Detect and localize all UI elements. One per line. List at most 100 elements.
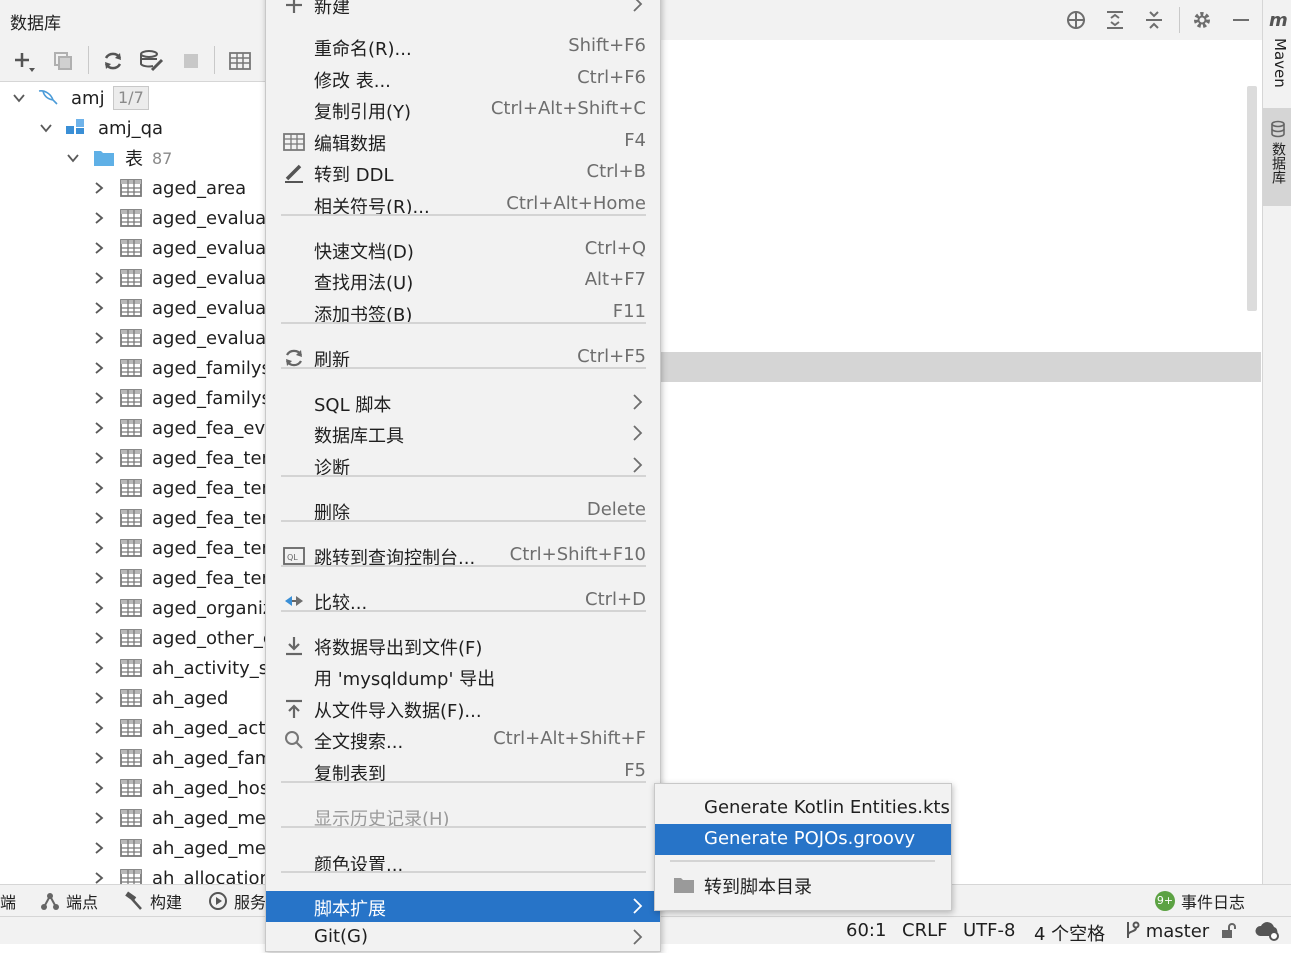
tree-table-row[interactable]: ah_aged_mer <box>0 833 265 863</box>
tree-table-row[interactable]: aged_evaluat <box>0 323 265 353</box>
tree-table-row[interactable]: aged_familys <box>0 353 265 383</box>
menu-item[interactable]: 将数据导出到文件(F) <box>266 630 660 661</box>
caret-position[interactable]: 60:1 <box>846 920 886 941</box>
menu-item[interactable]: 从文件导入数据(F)... <box>266 693 660 724</box>
menu-item[interactable]: 脚本扩展 <box>266 891 660 922</box>
submenu-item[interactable]: Generate Kotlin Entities.kts <box>655 793 951 824</box>
chevron-right-icon[interactable] <box>93 872 105 884</box>
tree-table-row[interactable]: aged_fea_ten <box>0 473 265 503</box>
tree-table-row[interactable]: aged_fea_ten <box>0 533 265 563</box>
tree-folder-row[interactable]: 表 87 <box>0 143 265 173</box>
tree-table-row[interactable]: ah_aged_acti <box>0 713 265 743</box>
table-view-icon[interactable] <box>227 48 253 74</box>
chevron-right-icon[interactable] <box>93 572 105 584</box>
tree-table-row[interactable]: ah_aged_mec <box>0 803 265 833</box>
minimize-icon[interactable] <box>1229 8 1253 32</box>
menu-item[interactable]: SQL 脚本 <box>266 387 660 418</box>
menu-item[interactable]: 用 'mysqldump' 导出 <box>266 661 660 692</box>
menu-item[interactable]: Git(G) <box>266 922 660 953</box>
submenu-item[interactable]: Generate POJOs.groovy <box>655 824 951 855</box>
menu-item[interactable]: 转到 DDL Ctrl+B <box>266 157 660 188</box>
chevron-down-icon[interactable] <box>67 152 79 164</box>
chevron-right-icon[interactable] <box>93 692 105 704</box>
refresh-icon[interactable] <box>100 48 126 74</box>
menu-item[interactable]: 颜色设置... <box>266 847 660 878</box>
stop-icon[interactable] <box>178 48 204 74</box>
tab-event-log[interactable]: 9+ 事件日志 <box>1155 890 1245 912</box>
tab-terminal[interactable]: 端 <box>0 890 16 912</box>
chevron-right-icon[interactable] <box>93 602 105 614</box>
menu-item[interactable]: 复制引用(Y) Ctrl+Alt+Shift+C <box>266 94 660 125</box>
tree-table-row[interactable]: aged_area <box>0 173 265 203</box>
duplicate-icon[interactable] <box>50 48 76 74</box>
chevron-right-icon[interactable] <box>93 512 105 524</box>
menu-item[interactable]: 编辑数据 F4 <box>266 126 660 157</box>
tree-table-row[interactable]: aged_evaluat <box>0 233 265 263</box>
tree-table-row[interactable]: aged_familys <box>0 383 265 413</box>
chevron-right-icon[interactable] <box>93 332 105 344</box>
chevron-right-icon[interactable] <box>93 482 105 494</box>
chevron-right-icon[interactable] <box>93 212 105 224</box>
menu-item[interactable]: 新建 <box>266 0 660 20</box>
submenu-item[interactable]: 转到脚本目录 <box>655 869 951 900</box>
chevron-right-icon[interactable] <box>93 392 105 404</box>
tree-table-row[interactable]: ah_allocation <box>0 863 265 884</box>
chevron-right-icon[interactable] <box>93 452 105 464</box>
tree-table-row[interactable]: ah_aged_hos <box>0 773 265 803</box>
chevron-right-icon[interactable] <box>93 182 105 194</box>
tree-table-row[interactable]: ah_aged <box>0 683 265 713</box>
tree-table-row[interactable]: aged_fea_ten <box>0 503 265 533</box>
unlock-icon[interactable] <box>1220 922 1238 940</box>
tab-services[interactable]: 服务 <box>208 890 266 912</box>
chevron-right-icon[interactable] <box>93 302 105 314</box>
chevron-right-icon[interactable] <box>93 752 105 764</box>
chevron-right-icon[interactable] <box>93 722 105 734</box>
menu-item[interactable]: 全文搜索... Ctrl+Alt+Shift+F <box>266 724 660 755</box>
tree-table-row[interactable]: aged_evaluat <box>0 203 265 233</box>
file-encoding[interactable]: UTF-8 <box>963 920 1015 941</box>
indent-setting[interactable]: 4 个空格 <box>1034 920 1105 946</box>
tab-endpoints[interactable]: 端点 <box>40 890 98 912</box>
menu-item[interactable]: 重命名(R)... Shift+F6 <box>266 31 660 62</box>
tree-schema-row[interactable]: amj_qa <box>0 113 265 143</box>
tree-connection-row[interactable]: amj 1/7 <box>0 83 265 113</box>
add-icon[interactable] <box>11 48 37 74</box>
git-branch[interactable]: master <box>1124 920 1209 942</box>
locate-icon[interactable] <box>1064 8 1088 32</box>
chevron-right-icon[interactable] <box>93 662 105 674</box>
cloud-settings-icon[interactable] <box>1254 920 1282 942</box>
tree-table-row[interactable]: aged_evaluat <box>0 263 265 293</box>
tree-table-row[interactable]: aged_evaluat <box>0 293 265 323</box>
chevron-right-icon[interactable] <box>93 782 105 794</box>
tree-table-row[interactable]: aged_fea_ten <box>0 563 265 593</box>
chevron-right-icon[interactable] <box>93 632 105 644</box>
maven-icon[interactable]: m <box>1269 10 1288 31</box>
collapse-all-icon[interactable] <box>1142 8 1166 32</box>
chevron-down-icon[interactable] <box>13 92 25 104</box>
expand-all-icon[interactable] <box>1103 8 1127 32</box>
line-separator[interactable]: CRLF <box>902 920 947 941</box>
tree-table-row[interactable]: aged_fea_eva <box>0 413 265 443</box>
chevron-right-icon[interactable] <box>93 812 105 824</box>
tab-build[interactable]: 构建 <box>124 890 182 912</box>
tree-table-row[interactable]: ah_aged_fam <box>0 743 265 773</box>
database-tab[interactable]: 数据库 <box>1263 108 1291 206</box>
tree-table-row[interactable]: ah_activity_si <box>0 653 265 683</box>
tree-scrollbar[interactable] <box>1247 86 1257 311</box>
chevron-right-icon[interactable] <box>93 272 105 284</box>
chevron-right-icon[interactable] <box>93 362 105 374</box>
chevron-right-icon[interactable] <box>93 542 105 554</box>
tree-table-row[interactable]: aged_organiz <box>0 593 265 623</box>
gear-icon[interactable] <box>1190 8 1214 32</box>
chevron-right-icon[interactable] <box>93 242 105 254</box>
menu-item[interactable]: 查找用法(U) Alt+F7 <box>266 265 660 296</box>
menu-item[interactable]: 数据库工具 <box>266 418 660 449</box>
schema-settings-icon[interactable] <box>139 48 165 74</box>
chevron-right-icon[interactable] <box>93 422 105 434</box>
chevron-right-icon[interactable] <box>93 842 105 854</box>
tree-table-row[interactable]: aged_fea_ten <box>0 443 265 473</box>
menu-item[interactable]: 修改 表... Ctrl+F6 <box>266 63 660 94</box>
tree-table-row[interactable]: aged_other_c <box>0 623 265 653</box>
menu-item[interactable]: 快速文档(D) Ctrl+Q <box>266 234 660 265</box>
maven-tab[interactable]: Maven <box>1267 38 1289 94</box>
